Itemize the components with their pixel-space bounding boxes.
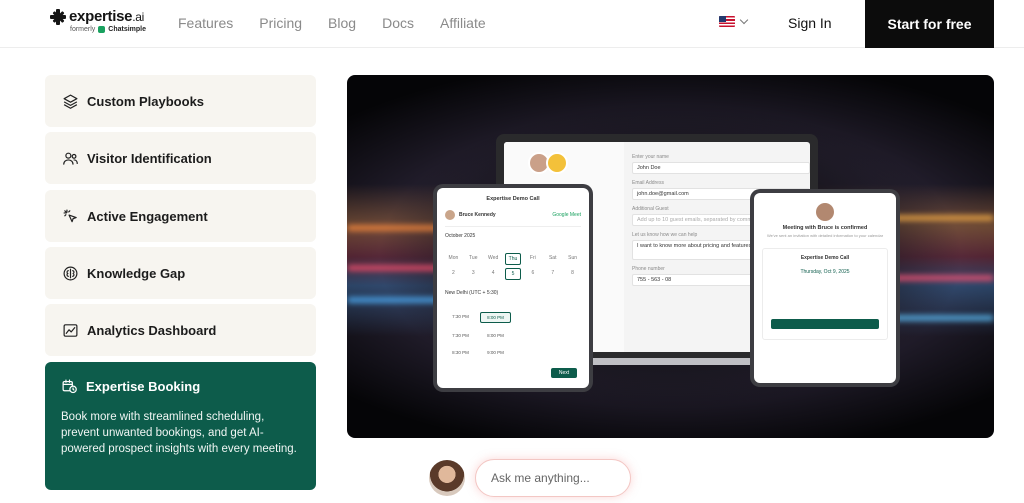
feature-tab-label: Custom Playbooks — [87, 93, 205, 109]
ask-me-anything-input[interactable]: Ask me anything... — [475, 459, 631, 497]
next-button: Next — [551, 368, 577, 378]
nav-blog[interactable]: Blog — [328, 15, 356, 31]
chevron-down-icon — [739, 15, 749, 25]
feature-description: Book more with streamlined scheduling, p… — [61, 411, 297, 455]
users-icon — [62, 150, 79, 167]
chart-line-icon — [62, 322, 79, 339]
expertise-logo[interactable]: expertise.ai formerly Chatsimple — [50, 8, 146, 33]
us-flag-icon — [719, 16, 735, 27]
layers-icon — [62, 93, 79, 110]
avatar — [546, 152, 568, 174]
hero-product-image: Enter your name John Doe Email Address j… — [347, 75, 994, 438]
language-selector[interactable] — [719, 15, 749, 27]
brain-icon — [62, 265, 79, 282]
confirmation-card: Meeting with Bruce is confirmed We've se… — [754, 193, 896, 383]
feature-tab-label: Knowledge Gap — [87, 265, 186, 281]
feature-tab-analytics-dashboard[interactable]: Analytics Dashboard — [45, 304, 316, 356]
time-slots: 7:30 PM 8:00 PM 7:30 PM 8:00 PM 8:30 PM … — [445, 312, 581, 357]
nav-docs[interactable]: Docs — [382, 15, 414, 31]
name-field: John Doe — [632, 162, 810, 174]
feature-tab-active-engagement[interactable]: Active Engagement — [45, 190, 316, 242]
top-nav-bar: expertise.ai formerly Chatsimple Feature… — [0, 0, 1024, 48]
feature-tab-label: Active Engagement — [87, 208, 208, 224]
feature-tab-label: Analytics Dashboard — [87, 322, 217, 338]
nav-pricing[interactable]: Pricing — [259, 15, 302, 31]
nav-features[interactable]: Features — [178, 15, 233, 31]
cursor-click-icon — [62, 208, 79, 225]
feature-tab-custom-playbooks[interactable]: Custom Playbooks — [45, 75, 316, 127]
feature-tab-knowledge-gap[interactable]: Knowledge Gap — [45, 247, 316, 299]
sparkle-logo-icon — [50, 8, 66, 25]
avatar — [816, 203, 834, 221]
main-nav: Features Pricing Blog Docs Affiliate — [178, 15, 486, 31]
feature-tab-label: Expertise Booking — [86, 379, 201, 394]
logo-text: expertise.ai — [69, 8, 144, 25]
avatar — [445, 210, 455, 220]
feature-tab-label: Visitor Identification — [87, 150, 212, 166]
start-for-free-button[interactable]: Start for free — [865, 0, 994, 48]
calendar-card: Expertise Demo Call Bruce Kennedy Google… — [437, 188, 589, 388]
confirmation-bar — [771, 319, 879, 329]
feature-tab-expertise-booking[interactable]: Expertise Booking Book more with streaml… — [45, 362, 316, 490]
formerly-chatsimple: formerly Chatsimple — [70, 26, 147, 33]
chatsimple-logo-icon — [98, 26, 106, 33]
calendar-days: Mon Tue Wed Thu Fri Sat Sun 2 3 4 5 6 7 … — [445, 253, 581, 280]
sign-in-link[interactable]: Sign In — [788, 15, 832, 31]
nav-affiliate[interactable]: Affiliate — [440, 15, 486, 31]
feature-tab-visitor-identification[interactable]: Visitor Identification — [45, 132, 316, 184]
assistant-avatar[interactable] — [429, 460, 465, 496]
clock-calendar-icon — [61, 378, 78, 395]
